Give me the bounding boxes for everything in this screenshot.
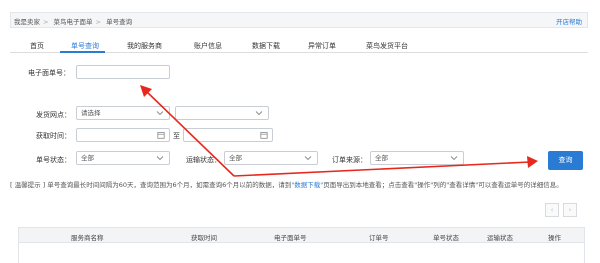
tab-waybill-query[interactable]: 单号查询 bbox=[71, 41, 99, 51]
end-date-input[interactable] bbox=[183, 128, 273, 142]
arrow-head-icon bbox=[527, 156, 538, 168]
tab-account-info[interactable]: 账户信息 bbox=[194, 41, 222, 51]
chevron-down-icon bbox=[156, 156, 164, 161]
waybill-status-label: 单号状态： bbox=[36, 156, 71, 164]
help-link[interactable]: 开店帮助 bbox=[556, 16, 582, 26]
column-header-provider: 服务商名称 bbox=[71, 234, 104, 242]
chevron-down-icon bbox=[450, 156, 458, 161]
start-date-input[interactable] bbox=[76, 128, 170, 142]
tip-text-before: [ 温馨提示 ] 单号查询最长时间间隔为60天，查询范围为6个月，如需查询6个月… bbox=[10, 181, 292, 189]
ship-point-label: 发货网点： bbox=[36, 111, 71, 119]
query-button[interactable]: 查询 bbox=[548, 151, 583, 170]
chevron-down-icon bbox=[255, 111, 263, 116]
breadcrumb-separator: > bbox=[43, 18, 49, 26]
data-download-link[interactable]: "数据下载" bbox=[291, 181, 323, 189]
order-source-label: 订单来源： bbox=[332, 156, 367, 164]
waybill-label: 电子面单号： bbox=[28, 69, 70, 77]
waybill-status-value: 全部 bbox=[81, 154, 94, 162]
breadcrumb-item-seller[interactable]: 我是卖家 bbox=[14, 18, 40, 26]
breadcrumb-item-cainiao[interactable]: 菜鸟电子面单 bbox=[54, 18, 93, 26]
order-source-value: 全部 bbox=[375, 154, 388, 162]
chevron-down-icon bbox=[156, 111, 164, 116]
arrow-head-icon bbox=[140, 85, 152, 97]
column-header-waybill: 电子面单号 bbox=[274, 234, 307, 242]
next-page-button[interactable]: › bbox=[563, 203, 577, 217]
breadcrumb-item-current: 单号查询 bbox=[106, 18, 133, 26]
tab-cainiao-shipping[interactable]: 菜鸟发货平台 bbox=[366, 41, 408, 51]
breadcrumb: 我是卖家 > 菜鸟电子面单 > 单号查询 bbox=[14, 16, 135, 26]
column-header-time: 获取时间 bbox=[191, 234, 217, 242]
calendar-icon[interactable] bbox=[260, 131, 268, 139]
transport-status-select[interactable]: 全部 bbox=[224, 151, 318, 165]
transport-status-label: 运输状态： bbox=[186, 156, 221, 164]
breadcrumb-separator: > bbox=[95, 18, 101, 26]
column-header-waybill-status: 单号状态 bbox=[433, 234, 459, 242]
active-tab-indicator bbox=[60, 51, 105, 53]
prev-page-button[interactable]: ‹ bbox=[545, 203, 559, 217]
column-header-transport-status: 运输状态 bbox=[487, 234, 513, 242]
ship-point-select-province[interactable]: 请选择 bbox=[76, 106, 170, 120]
results-table-header: 服务商名称 获取时间 电子面单号 订单号 单号状态 运输状态 操作 bbox=[18, 227, 585, 243]
tip-text: [ 温馨提示 ] 单号查询最长时间间隔为60天，查询范围为6个月，如需查询6个月… bbox=[10, 180, 588, 190]
calendar-icon[interactable] bbox=[157, 131, 165, 139]
results-table-body bbox=[18, 243, 585, 263]
transport-status-value: 全部 bbox=[229, 154, 242, 162]
tab-home[interactable]: 首页 bbox=[30, 41, 44, 51]
tab-data-download[interactable]: 数据下载 bbox=[252, 41, 280, 51]
tip-text-after: 页面导出到本地查看；点击查看"操作"列的"查看详情"可以查看运单号的详细信息。 bbox=[323, 181, 563, 189]
date-range-to-label: 至 bbox=[173, 132, 180, 140]
waybill-input[interactable] bbox=[76, 65, 170, 79]
tab-abnormal-orders[interactable]: 异常订单 bbox=[308, 41, 336, 51]
column-header-action: 操作 bbox=[548, 234, 561, 242]
column-header-order: 订单号 bbox=[369, 234, 389, 242]
chevron-down-icon bbox=[304, 156, 312, 161]
time-label: 获取时间： bbox=[36, 132, 71, 140]
tab-my-providers[interactable]: 我的服务商 bbox=[127, 41, 162, 51]
waybill-status-select[interactable]: 全部 bbox=[76, 151, 170, 165]
order-source-select[interactable]: 全部 bbox=[370, 151, 464, 165]
ship-point-select-value: 请选择 bbox=[81, 109, 101, 117]
ship-point-select-city[interactable] bbox=[175, 106, 269, 120]
